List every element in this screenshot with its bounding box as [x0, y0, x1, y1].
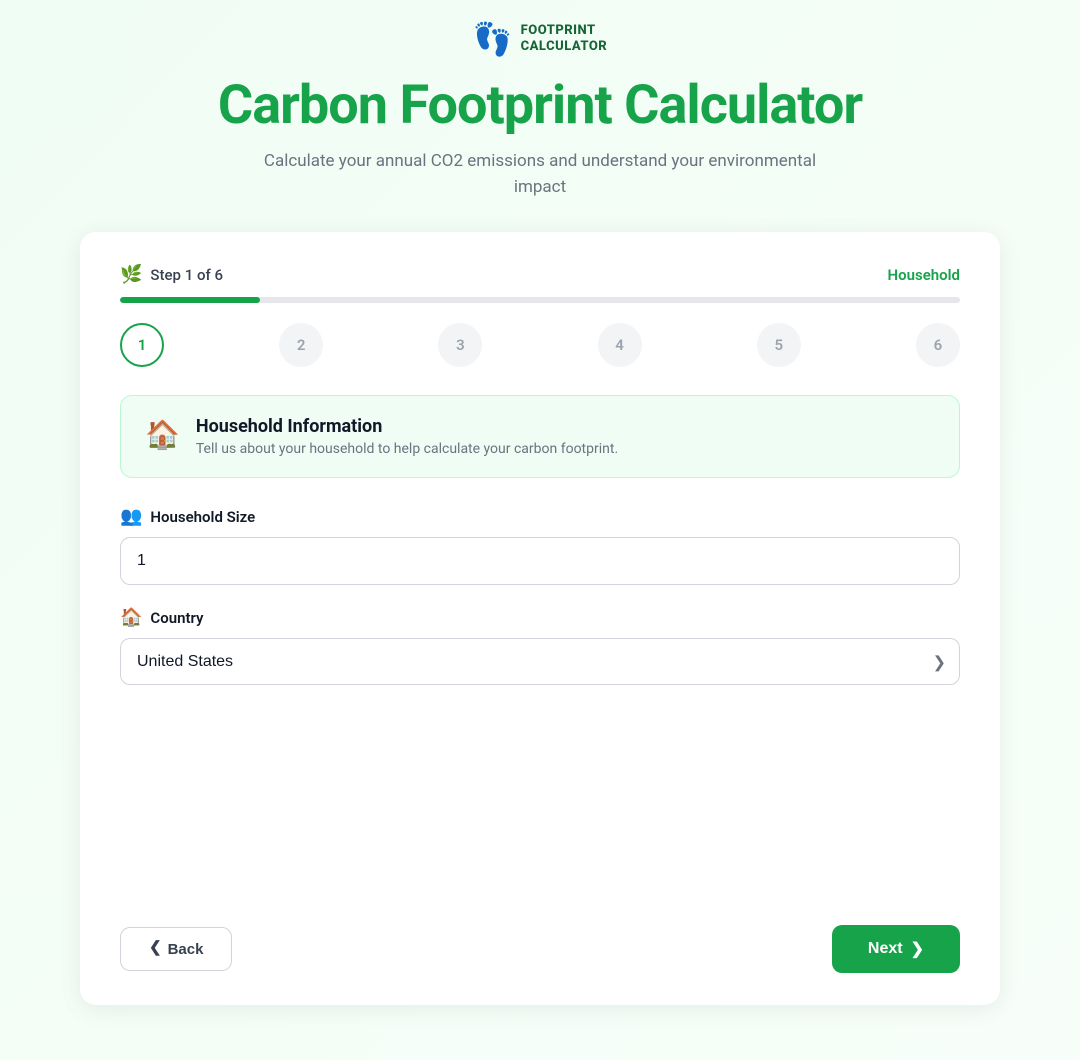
household-size-input[interactable]: [120, 537, 960, 585]
step-text: Step 1 of 6: [150, 266, 223, 284]
page-header: 👣 FOOTPRINT CALCULATOR Carbon Footprint …: [16, 20, 1064, 200]
people-icon: 👥: [120, 506, 142, 527]
logo-text: FOOTPRINT CALCULATOR: [521, 23, 608, 54]
info-box-title: Household Information: [196, 416, 618, 437]
step-circle-2[interactable]: 2: [279, 323, 323, 367]
info-box-content: Household Information Tell us about your…: [196, 416, 618, 457]
household-size-label: 👥 Household Size: [120, 506, 960, 527]
back-button[interactable]: ❯ Back: [120, 927, 232, 971]
country-select-wrapper: United States Canada United Kingdom Aust…: [120, 638, 960, 685]
next-button[interactable]: Next ❯: [832, 925, 960, 973]
progress-bar-container: [120, 297, 960, 303]
leaf-icon: 🌿: [120, 264, 142, 285]
step-circle-6[interactable]: 6: [916, 323, 960, 367]
chevron-right-icon: ❯: [911, 939, 924, 959]
home-icon: 🏠: [145, 418, 180, 451]
country-label: 🏠 Country: [120, 607, 960, 628]
step-circle-5[interactable]: 5: [757, 323, 801, 367]
step-circle-1[interactable]: 1: [120, 323, 164, 367]
card-footer: ❯ Back Next ❯: [120, 925, 960, 973]
info-box: 🏠 Household Information Tell us about yo…: [120, 395, 960, 478]
main-card: 🌿 Step 1 of 6 Household 1 2 3 4 5 6 🏠: [80, 232, 1000, 1005]
step-category: Household: [888, 266, 960, 284]
progress-bar-fill: [120, 297, 260, 303]
household-size-section: 👥 Household Size: [120, 506, 960, 585]
logo-area: 👣 FOOTPRINT CALCULATOR: [473, 20, 607, 58]
step-circle-4[interactable]: 4: [598, 323, 642, 367]
steps-row: 1 2 3 4 5 6: [120, 323, 960, 367]
main-title: Carbon Footprint Calculator: [218, 74, 862, 137]
chevron-left-icon: ❯: [149, 940, 162, 958]
step-label: 🌿 Step 1 of 6: [120, 264, 223, 285]
home-small-icon: 🏠: [120, 607, 142, 628]
country-section: 🏠 Country United States Canada United Ki…: [120, 607, 960, 685]
country-select[interactable]: United States Canada United Kingdom Aust…: [120, 638, 960, 685]
info-box-description: Tell us about your household to help cal…: [196, 441, 618, 457]
step-circle-3[interactable]: 3: [438, 323, 482, 367]
subtitle: Calculate your annual CO2 emissions and …: [250, 149, 830, 200]
step-header: 🌿 Step 1 of 6 Household: [120, 264, 960, 285]
footprint-icon: 👣: [473, 20, 513, 58]
